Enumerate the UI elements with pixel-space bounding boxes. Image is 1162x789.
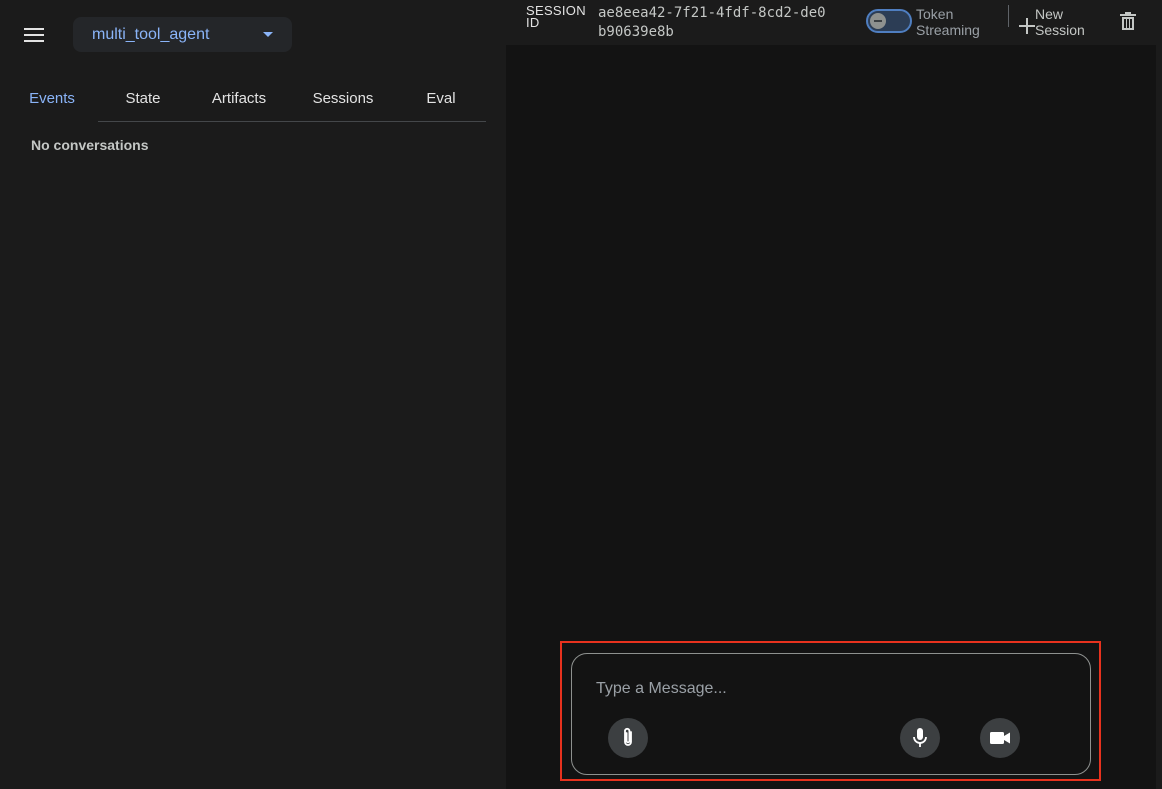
session-id-value: ae8eea42-7f21-4fdf-8cd2-de0b90639e8b bbox=[598, 5, 826, 40]
menu-button[interactable] bbox=[17, 19, 51, 51]
empty-events-message: No conversations bbox=[31, 137, 149, 153]
tab-eval[interactable]: Eval bbox=[396, 75, 486, 121]
tab-artifacts[interactable]: Artifacts bbox=[188, 75, 290, 121]
video-button[interactable] bbox=[980, 718, 1020, 758]
tab-sessions[interactable]: Sessions bbox=[290, 75, 396, 121]
menu-icon bbox=[24, 28, 44, 42]
topbar-divider bbox=[1008, 5, 1009, 27]
attach-file-button[interactable] bbox=[608, 718, 648, 758]
token-streaming-toggle[interactable] bbox=[866, 9, 912, 33]
chevron-down-icon bbox=[263, 32, 273, 37]
session-id-label: SESSION ID bbox=[526, 3, 586, 30]
tab-events[interactable]: Events bbox=[6, 75, 98, 122]
microphone-icon bbox=[913, 728, 927, 747]
plus-icon bbox=[1019, 18, 1035, 34]
new-session-label: New Session bbox=[1035, 6, 1085, 38]
trash-icon bbox=[1120, 12, 1136, 30]
microphone-button[interactable] bbox=[900, 718, 940, 758]
new-session-button[interactable]: New Session bbox=[1019, 4, 1099, 40]
chat-topbar: SESSION ID ae8eea42-7f21-4fdf-8cd2-de0b9… bbox=[506, 0, 1162, 45]
app-select-dropdown[interactable]: multi_tool_agent bbox=[73, 17, 292, 52]
tab-state[interactable]: State bbox=[98, 75, 188, 121]
message-input[interactable] bbox=[596, 676, 1066, 702]
app-select-value: multi_tool_agent bbox=[92, 25, 210, 43]
chat-area: SESSION ID ae8eea42-7f21-4fdf-8cd2-de0b9… bbox=[506, 0, 1162, 789]
video-camera-icon bbox=[990, 732, 1010, 744]
delete-session-button[interactable] bbox=[1117, 9, 1139, 33]
side-panel-tabs: Events State Artifacts Sessions Eval bbox=[6, 75, 486, 122]
side-panel: multi_tool_agent Events State Artifacts … bbox=[0, 0, 506, 789]
message-composer bbox=[571, 653, 1091, 775]
paperclip-icon bbox=[624, 727, 632, 746]
toggle-knob bbox=[870, 13, 886, 29]
scrollbar-track[interactable] bbox=[1156, 45, 1162, 789]
app-window: multi_tool_agent Events State Artifacts … bbox=[0, 0, 1162, 789]
token-streaming-label: Token Streaming bbox=[916, 6, 980, 38]
